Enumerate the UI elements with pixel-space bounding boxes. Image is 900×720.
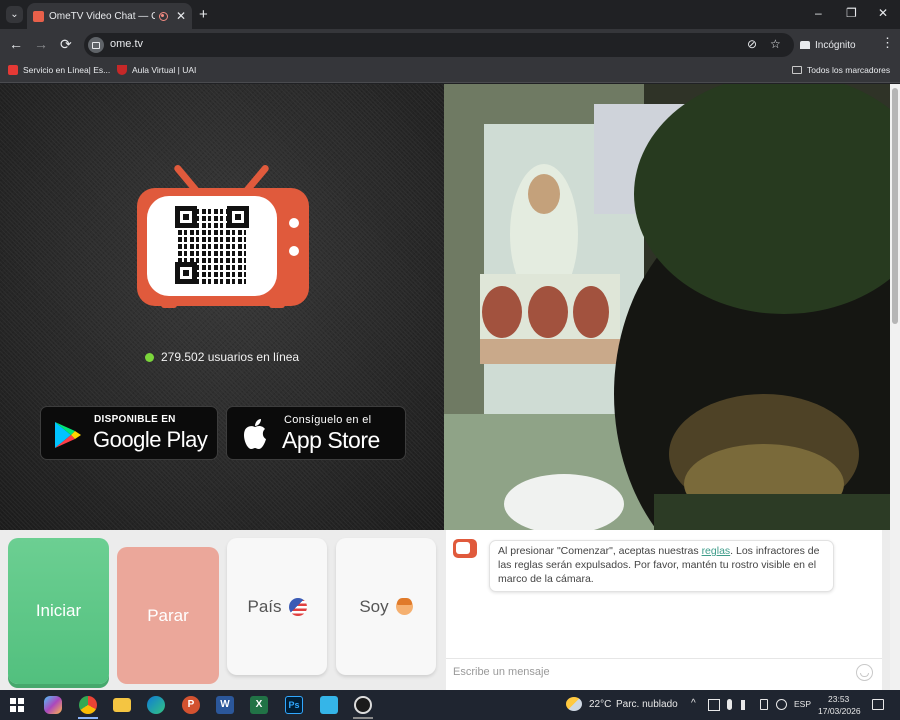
windows-taskbar: P W X Ps 22°C Parc. nublado ^ ESP 23:53 …	[0, 690, 900, 720]
obs-icon[interactable]	[354, 696, 372, 714]
webcam-video	[444, 84, 890, 530]
volume-icon[interactable]	[741, 700, 751, 710]
browser-menu-button[interactable]: ⋮	[881, 35, 894, 51]
app-store-badge[interactable]: Consíguelo en el App Store	[226, 406, 406, 460]
google-play-badge[interactable]: DISPONIBLE EN Google Play	[40, 406, 218, 460]
stop-label: Parar	[147, 605, 189, 625]
google-play-icon	[55, 422, 81, 448]
chrome-icon[interactable]	[79, 696, 97, 714]
country-selector[interactable]: País	[227, 538, 327, 675]
store-icon[interactable]	[320, 696, 338, 714]
tab-search-button[interactable]: ⌄	[6, 6, 23, 23]
rules-link[interactable]: reglas	[702, 545, 731, 557]
start-label: Iniciar	[35, 601, 82, 620]
chevron-down-icon: ⌄	[10, 9, 19, 20]
powerpoint-icon[interactable]: P	[182, 696, 200, 714]
site-info-icon[interactable]	[88, 37, 104, 53]
bookmark-star-icon[interactable]: ☆	[770, 37, 781, 51]
incognito-indicator[interactable]: Incógnito	[800, 33, 856, 57]
folder-icon	[792, 66, 802, 74]
app-store-big-text: App Store	[282, 427, 380, 453]
back-button[interactable]: ←	[9, 36, 23, 52]
language-indicator[interactable]: ESP	[794, 699, 811, 709]
apple-icon	[244, 419, 266, 449]
recording-indicator-icon	[158, 11, 168, 21]
bookmark-label: Servicio en Línea| Es...	[23, 65, 111, 75]
minimize-button[interactable]: –	[815, 6, 822, 20]
forward-button[interactable]: →	[34, 36, 48, 52]
iam-label: Soy	[359, 596, 389, 616]
screen: ⌄ OmeTV Video Chat — Ome ✕ + – ❐ ✕ ← → ⟳…	[0, 0, 900, 720]
onedrive-icon[interactable]	[776, 699, 787, 710]
windows-start-icon[interactable]	[10, 698, 24, 712]
google-play-big-text: Google Play	[93, 427, 208, 452]
message-input[interactable]	[453, 666, 843, 678]
all-bookmarks-button[interactable]: Todos los marcadores	[792, 65, 890, 75]
message-text-before: Al presionar "Comenzar", aceptas nuestra…	[498, 545, 702, 557]
url-text: ome.tv	[110, 38, 144, 50]
online-status-icon	[145, 352, 154, 362]
bookmark-aula-virtual[interactable]: Aula Virtual | UAI	[117, 65, 196, 75]
system-message: Al presionar "Comenzar", aceptas nuestra…	[489, 540, 834, 592]
ometv-page: 279.502 usuarios en línea DISPONIBLE EN …	[0, 84, 900, 690]
copilot-icon[interactable]	[44, 696, 62, 714]
page-scrollbar[interactable]	[890, 84, 900, 690]
chat-panel: Al presionar "Comenzar", aceptas nuestra…	[446, 530, 882, 690]
tab-title: OmeTV Video Chat — Ome	[49, 10, 155, 22]
clock-time: 23:53	[828, 694, 850, 704]
browser-toolbar: ← → ⟳ ome.tv ⊘ ☆ Incógnito ⋮	[0, 29, 900, 61]
bookmark-servicio[interactable]: Servicio en Línea| Es...	[8, 65, 110, 75]
ometv-favicon-icon	[33, 10, 44, 22]
all-bookmarks-label: Todos los marcadores	[807, 65, 891, 75]
building-icon	[8, 65, 18, 75]
bookmark-label: Aula Virtual | UAI	[132, 65, 197, 75]
file-explorer-icon[interactable]	[113, 698, 131, 712]
partly-cloudy-icon	[566, 697, 582, 711]
battery-icon[interactable]	[760, 699, 768, 710]
chat-input-bar	[446, 658, 882, 688]
active-tab[interactable]: OmeTV Video Chat — Ome ✕	[27, 3, 192, 29]
reload-button[interactable]: ⟳	[60, 36, 72, 52]
browser-tabstrip: ⌄ OmeTV Video Chat — Ome ✕ + – ❐ ✕	[0, 0, 900, 29]
address-bar[interactable]: ome.tv ⊘ ☆	[84, 33, 794, 57]
country-label: País	[247, 596, 282, 616]
start-button[interactable]: Iniciar	[8, 538, 109, 684]
scrollbar-thumb[interactable]	[892, 88, 898, 324]
tray-overflow-icon[interactable]: ^	[691, 698, 696, 709]
emoji-picker-icon[interactable]	[856, 664, 873, 681]
photoshop-icon[interactable]: Ps	[285, 696, 303, 714]
microphone-icon[interactable]	[727, 699, 732, 710]
app-store-small-text: Consíguelo en el	[284, 414, 372, 426]
new-tab-button[interactable]: +	[199, 6, 208, 23]
word-icon[interactable]: W	[216, 696, 234, 714]
us-flag-icon	[288, 597, 307, 616]
network-icon[interactable]	[708, 699, 720, 711]
online-users-text: 279.502 usuarios en línea	[161, 350, 300, 364]
google-play-small-text: DISPONIBLE EN	[94, 414, 176, 425]
incognito-icon	[800, 41, 810, 49]
stop-button[interactable]: Parar	[117, 547, 219, 684]
weather-text: Parc. nublado	[616, 699, 678, 710]
close-window-button[interactable]: ✕	[878, 6, 888, 20]
chat-controls: Iniciar Parar País Soy	[0, 530, 444, 690]
qr-code[interactable]	[147, 196, 277, 296]
person-emoji-icon	[395, 598, 413, 615]
weather-temp: 22°C	[589, 699, 612, 710]
tab-close-button[interactable]: ✕	[176, 9, 186, 23]
bookmarks-bar: Servicio en Línea| Es... Aula Virtual | …	[0, 61, 900, 83]
camera-blocked-icon[interactable]: ⊘	[747, 37, 757, 51]
webcam-frame-image	[444, 84, 890, 530]
clock-date: 17/03/2026	[818, 706, 861, 716]
promo-panel: 279.502 usuarios en línea DISPONIBLE EN …	[0, 84, 444, 530]
online-users-counter: 279.502 usuarios en línea	[145, 350, 299, 364]
ometv-qr-logo	[137, 156, 309, 308]
ometv-bot-avatar-icon	[453, 539, 477, 558]
restore-button[interactable]: ❐	[846, 6, 857, 20]
edge-icon[interactable]	[147, 696, 165, 714]
excel-icon[interactable]: X	[250, 696, 268, 714]
incognito-label: Incógnito	[815, 39, 856, 51]
notifications-icon[interactable]	[872, 699, 884, 710]
gender-selector[interactable]: Soy	[336, 538, 436, 675]
crest-icon	[117, 65, 127, 75]
